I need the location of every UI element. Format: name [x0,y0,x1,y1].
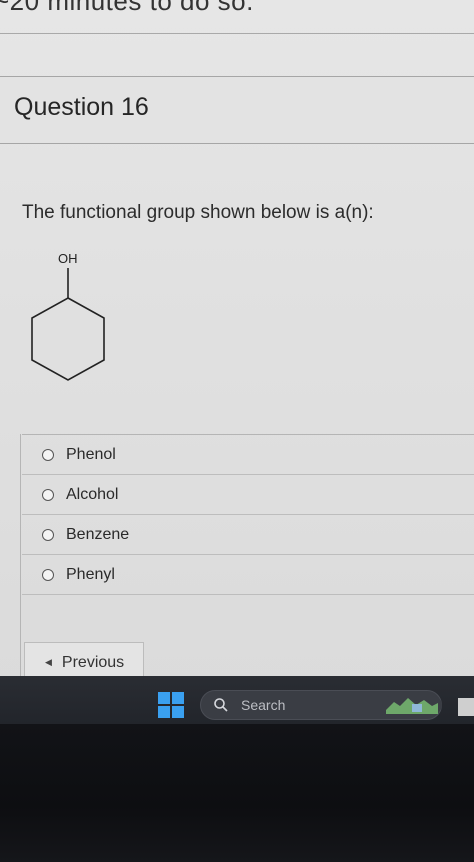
option-label: Alcohol [66,485,119,503]
triangle-left-icon: ◀ [45,657,52,667]
radio-button[interactable] [42,528,54,541]
search-placeholder: Search [241,697,286,713]
weather-widget-icon[interactable] [382,692,442,718]
question-body: The functional group shown below is a(n)… [0,142,474,690]
cyclohexanol-structure: OH [31,251,105,381]
monitor-bezel [0,724,474,862]
cut-off-instructions-text: ~20 minutes to do so. [0,0,254,16]
question-header: Question 16 [0,76,474,144]
option-label: Phenyl [66,565,115,583]
radio-button[interactable] [42,448,54,461]
magnifier-icon [214,698,228,712]
radio-button[interactable] [42,488,54,501]
option-benzene[interactable]: Benzene [22,515,474,555]
option-phenyl[interactable]: Phenyl [22,555,474,595]
previous-label: Previous [61,653,125,671]
divider [0,33,474,34]
oh-label: OH [58,251,78,266]
windows-start-icon[interactable] [158,692,184,718]
browser-viewport: ~20 minutes to do so. Question 16 The fu… [0,0,474,690]
question-prompt: The functional group shown below is a(n)… [22,202,374,223]
answer-options: Phenol Alcohol Benzene Phenyl [22,434,474,595]
windows-taskbar: Search [0,676,474,724]
option-label: Phenol [66,445,116,463]
system-tray-edge [458,698,474,716]
question-title: Question 16 [14,93,149,121]
option-alcohol[interactable]: Alcohol [22,475,474,515]
option-label: Benzene [66,525,130,543]
radio-button[interactable] [42,568,54,581]
option-phenol[interactable]: Phenol [22,435,474,475]
hexagon-ring [31,297,105,381]
